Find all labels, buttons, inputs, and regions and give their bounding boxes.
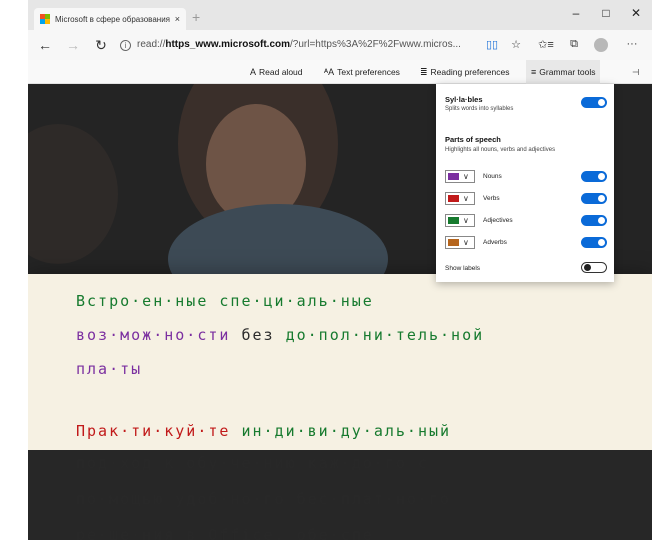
syllables-title: Syl·la·bles: [445, 95, 483, 104]
pin-toolbar-button[interactable]: ⊣: [632, 60, 639, 84]
browser-window: Microsoft в сфере образования × + – □ ✕ …: [28, 0, 652, 540]
tab-title: Microsoft в сфере образования: [55, 14, 170, 24]
reader-view-icon[interactable]: ▯▯: [484, 38, 500, 51]
reading-preferences-label: Reading preferences: [430, 67, 510, 77]
info-icon[interactable]: i: [120, 39, 131, 51]
text-line: по·мощью удоб·но·го бес·плат·но·го: [76, 490, 451, 508]
text-segment: ре·ше·ния в Office, обе·спе: [76, 526, 374, 540]
adverbs-color-picker[interactable]: ∨: [445, 236, 475, 249]
url-domain: https_www.microsoft.com: [165, 39, 291, 50]
nouns-color-swatch: [448, 173, 459, 180]
pin-icon: ⊣: [632, 67, 640, 77]
adverbs-color-swatch: [448, 239, 459, 246]
microsoft-logo-icon: [40, 14, 50, 24]
parts-of-speech-title: Parts of speech: [445, 135, 501, 144]
grammar-tools-button[interactable]: ≡ Grammar tools: [526, 60, 601, 84]
forward-button[interactable]: →: [64, 36, 82, 54]
adjective-word: до·пол·ни·тель·ной: [285, 326, 485, 344]
show-labels-label: Show labels: [445, 265, 481, 272]
text-line: ре·ше·ния в Office, обе·спе: [76, 526, 374, 540]
nouns-label: Nouns: [483, 173, 502, 180]
verbs-label: Verbs: [483, 195, 500, 202]
minimize-button[interactable]: –: [566, 6, 586, 20]
adjective-word: ин·ди·ви·ду·аль·ный: [241, 422, 452, 440]
chevron-down-icon: ∨: [463, 172, 469, 181]
url-rest: /?url=https%3A%2F%2Fwww.micros...: [290, 39, 461, 50]
nouns-toggle[interactable]: [581, 171, 607, 182]
new-tab-button[interactable]: +: [192, 10, 200, 24]
reading-text-area: Встро·ен·ные спе·ци·аль·ные воз·мож·но·с…: [28, 274, 652, 450]
more-menu-icon[interactable]: ···: [624, 38, 640, 50]
title-bar: Microsoft в сфере образования × + – □ ✕: [28, 0, 652, 30]
adjectives-label: Adjectives: [483, 217, 513, 224]
text-line: Прак·ти·куй·те ин·ди·ви·ду·аль·ный: [76, 422, 451, 440]
text-line: воз·мож·но·сти без до·пол·ни·тель·ной: [76, 326, 484, 344]
close-window-button[interactable]: ✕: [626, 6, 646, 20]
adjective-word: Встро·ен·ные спе·ци·аль·ные: [76, 292, 374, 310]
adverbs-label: Adverbs: [483, 239, 507, 246]
maximize-button[interactable]: □: [596, 6, 616, 20]
text-segment: под·ход к обу·че·нию каж·до·го с: [76, 454, 429, 472]
collections-icon[interactable]: ⧉: [566, 38, 582, 51]
adjectives-toggle[interactable]: [581, 215, 607, 226]
nouns-color-picker[interactable]: ∨: [445, 170, 475, 183]
read-aloud-button[interactable]: A Read aloud: [250, 60, 303, 84]
adjectives-color-picker[interactable]: ∨: [445, 214, 475, 227]
browser-tab[interactable]: Microsoft в сфере образования ×: [34, 8, 186, 30]
read-aloud-icon: A: [250, 67, 257, 77]
chevron-down-icon: ∨: [463, 216, 469, 225]
show-labels-toggle[interactable]: [581, 262, 607, 273]
parts-of-speech-description: Highlights all nouns, verbs and adjectiv…: [445, 147, 556, 153]
favorite-star-icon[interactable]: ☆: [508, 38, 524, 51]
favorites-list-icon[interactable]: ✩≡: [538, 38, 554, 51]
tab-close-icon[interactable]: ×: [175, 14, 180, 24]
reader-toolbar: A Read aloud ᴬA Text preferences ≣ Reading …: [28, 60, 652, 84]
address-bar: ← → ↻ i read://https_www.microsoft.com/?…: [28, 30, 652, 60]
back-button[interactable]: ←: [36, 36, 54, 54]
text-segment: [230, 422, 241, 440]
adjectives-color-swatch: [448, 217, 459, 224]
text-preferences-icon: ᴬA: [324, 67, 335, 77]
text-preferences-label: Text preferences: [337, 67, 400, 77]
text-segment: без: [230, 326, 286, 344]
text-line: Встро·ен·ные спе·ци·аль·ные: [76, 292, 374, 310]
verbs-color-swatch: [448, 195, 459, 202]
syllables-toggle[interactable]: [581, 97, 607, 108]
grammar-tools-label: Grammar tools: [539, 67, 596, 77]
refresh-button[interactable]: ↻: [92, 36, 110, 54]
reading-preferences-button[interactable]: ≣ Reading preferences: [420, 60, 509, 84]
verbs-toggle[interactable]: [581, 193, 607, 204]
reading-preferences-icon: ≣: [420, 67, 428, 77]
text-line: под·ход к обу·че·нию каж·до·го с: [76, 454, 429, 472]
adverbs-toggle[interactable]: [581, 237, 607, 248]
noun-word: воз·мож·но·сти: [76, 326, 231, 344]
profile-avatar[interactable]: [594, 38, 608, 52]
noun-word: пла·ты: [76, 360, 143, 378]
grammar-tools-icon: ≡: [531, 67, 537, 77]
syllables-description: Splits words into syllables: [445, 106, 514, 112]
text-line: пла·ты: [76, 360, 142, 378]
chevron-down-icon: ∨: [463, 194, 469, 203]
text-preferences-button[interactable]: ᴬA Text preferences: [324, 60, 400, 84]
verbs-color-picker[interactable]: ∨: [445, 192, 475, 205]
verb-word: Прак·ти·куй·те: [76, 422, 231, 440]
url-prefix: read://: [137, 39, 166, 50]
url-field[interactable]: i read://https_www.microsoft.com/?url=ht…: [120, 36, 480, 54]
text-segment: по·мощью удоб·но·го бес·плат·но·го: [76, 490, 452, 508]
chevron-down-icon: ∨: [463, 238, 469, 247]
dimmed-text-area: под·ход к обу·че·нию каж·до·го с по·мощь…: [28, 450, 652, 540]
grammar-tools-panel: Syl·la·bles Splits words into syllables …: [436, 84, 614, 282]
read-aloud-label: Read aloud: [259, 67, 303, 77]
